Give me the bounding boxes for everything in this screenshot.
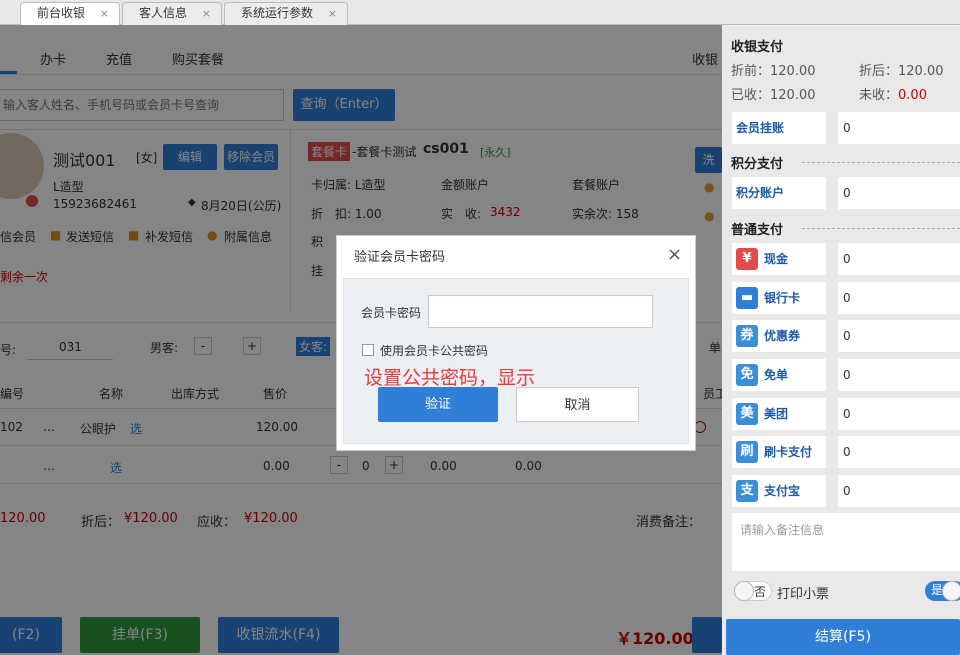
before-value: 120.00: [770, 64, 816, 79]
payment-method-0: ¥ 现金: [732, 243, 826, 275]
payment-method-label: 免单: [764, 368, 789, 382]
payment-method-input[interactable]: 0: [838, 320, 960, 352]
dialog-title: 验证会员卡密码: [354, 250, 446, 265]
cancel-button[interactable]: 取消: [516, 387, 639, 422]
meituan-icon: 美: [736, 403, 758, 425]
close-icon[interactable]: ×: [202, 3, 211, 24]
tab-cashier[interactable]: 前台收银 ×: [20, 2, 120, 26]
payment-method-label: 支付宝: [764, 484, 801, 498]
payment-method-input[interactable]: 0: [838, 436, 960, 468]
payment-method-input[interactable]: 0: [838, 243, 960, 275]
alipay-icon: 支: [736, 480, 758, 502]
close-icon[interactable]: ×: [100, 3, 109, 24]
payment-method-label: 美团: [764, 407, 789, 421]
payment-method-1: ▬ 银行卡: [732, 282, 826, 314]
payment-method-6: 支支付宝: [732, 475, 826, 507]
password-input[interactable]: [428, 295, 653, 328]
points-account-input[interactable]: 0: [838, 177, 960, 209]
payment-method-2: 券优惠券: [732, 320, 826, 352]
remark-textarea[interactable]: 请输入备注信息: [732, 513, 960, 571]
payment-panel: 收银支付 折前：120.00 折后：120.00 已收：120.00 未收：0.…: [722, 25, 960, 655]
unreceived-value: 0.00: [898, 88, 927, 103]
tab-customer-info[interactable]: 客人信息 ×: [122, 2, 222, 25]
public-password-label: 使用会员卡公共密码: [380, 344, 489, 358]
member-credit-label: 会员挂账: [732, 112, 826, 144]
payment-method-4: 美美团: [732, 398, 826, 430]
free-order-icon: 免: [736, 364, 758, 386]
toggle-knob: [734, 581, 754, 601]
print-receipt-label: 打印小票: [777, 587, 830, 602]
member-credit-input[interactable]: 0: [838, 112, 960, 144]
tab-bar: 前台收银 × 客人信息 × 系统运行参数 ×: [0, 0, 960, 26]
points-account-label: 积分账户: [732, 177, 826, 209]
verify-password-dialog: 验证会员卡密码 × 会员卡密码 使用会员卡公共密码 设置公共密码，显示 验证 取…: [336, 235, 696, 451]
unreceived-label: 未收：: [859, 88, 899, 103]
payment-method-input[interactable]: 0: [838, 475, 960, 507]
payment-method-input[interactable]: 0: [838, 282, 960, 314]
cash-icon: ¥: [736, 248, 758, 270]
verify-button[interactable]: 验证: [378, 387, 498, 422]
payment-method-label: 银行卡: [764, 291, 801, 305]
payment-method-input[interactable]: 0: [838, 398, 960, 430]
public-password-checkbox[interactable]: [362, 344, 374, 356]
payment-method-input[interactable]: 0: [838, 359, 960, 391]
annotation-text: 设置公共密码，显示: [364, 367, 536, 389]
payment-title: 收银支付: [731, 40, 784, 55]
points-section-title: 积分支付: [731, 157, 784, 172]
settle-button[interactable]: 结算(F5): [726, 619, 960, 655]
after-value: 120.00: [898, 64, 944, 79]
toggle-knob: [942, 581, 960, 601]
swipe-card-icon: 刷: [736, 441, 758, 463]
close-icon[interactable]: ×: [328, 3, 337, 24]
before-label: 折前：: [731, 64, 771, 79]
after-label: 折后：: [859, 64, 899, 79]
dialog-body: 会员卡密码 使用会员卡公共密码 设置公共密码，显示 验证 取消: [343, 278, 689, 444]
tab-system-params[interactable]: 系统运行参数 ×: [224, 2, 348, 25]
payment-method-3: 免免单: [732, 359, 826, 391]
payment-method-label: 优惠券: [764, 329, 801, 343]
received-label: 已收：: [731, 88, 771, 103]
payment-method-label: 刷卡支付: [764, 445, 813, 459]
password-label: 会员卡密码: [361, 306, 422, 320]
bank-card-icon: ▬: [736, 287, 758, 309]
normal-section-title: 普通支付: [731, 223, 784, 238]
received-value: 120.00: [770, 88, 816, 103]
toggle-no-label: 否: [754, 585, 767, 599]
payment-method-label: 现金: [764, 252, 789, 266]
coupon-icon: 券: [736, 325, 758, 347]
close-icon[interactable]: ×: [667, 244, 682, 265]
payment-method-5: 刷刷卡支付: [732, 436, 826, 468]
